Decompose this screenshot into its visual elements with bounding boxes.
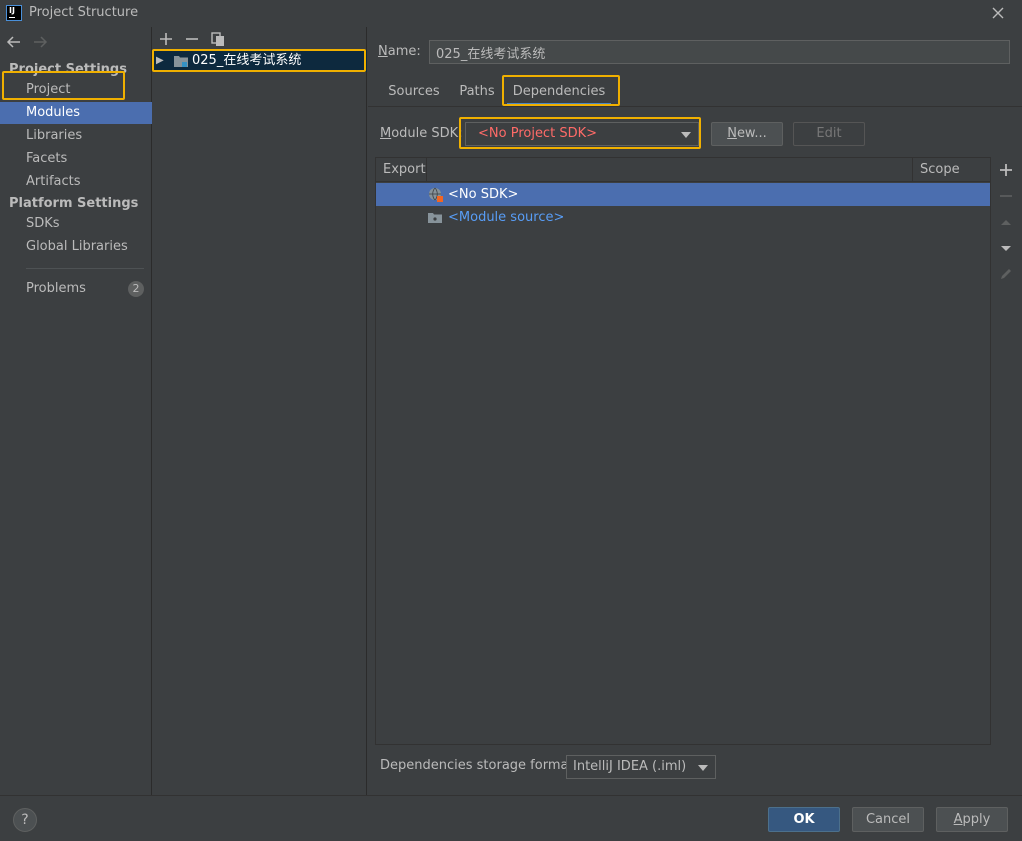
new-sdk-button[interactable]: New... bbox=[711, 122, 783, 146]
window-title: Project Structure bbox=[29, 5, 139, 20]
edit-sdk-button[interactable]: Edit bbox=[793, 122, 865, 146]
add-dependency-icon[interactable] bbox=[998, 162, 1014, 178]
help-button[interactable]: ? bbox=[13, 808, 37, 832]
chevron-down-icon bbox=[681, 132, 691, 138]
title-bar: IJ Project Structure bbox=[0, 0, 1022, 27]
sidebar-item-global-libraries[interactable]: Global Libraries bbox=[0, 236, 152, 258]
folder-icon bbox=[428, 213, 442, 223]
add-icon[interactable] bbox=[158, 31, 174, 47]
table-header: Export Scope bbox=[376, 158, 990, 182]
move-up-icon[interactable] bbox=[998, 214, 1014, 230]
remove-icon[interactable] bbox=[184, 31, 200, 47]
sidebar-item-project[interactable]: Project bbox=[0, 79, 152, 101]
tab-paths[interactable]: Paths bbox=[456, 78, 498, 106]
sidebar-item-libraries[interactable]: Libraries bbox=[0, 125, 152, 147]
module-name-field[interactable] bbox=[429, 40, 1010, 64]
move-down-icon[interactable] bbox=[998, 240, 1014, 256]
sidebar-item-modules[interactable]: Modules bbox=[0, 102, 152, 124]
module-sdk-label: Module SDK: bbox=[380, 126, 463, 141]
storage-format-value: IntelliJ IDEA (.iml) bbox=[573, 759, 687, 774]
module-details-panel: Name: Sources Paths Dependencies Module … bbox=[368, 27, 1022, 795]
column-divider bbox=[426, 158, 427, 182]
sidebar-item-sdks[interactable]: SDKs bbox=[0, 213, 152, 235]
column-header-export[interactable]: Export bbox=[376, 158, 426, 182]
dependency-label-module-source: <Module source> bbox=[448, 210, 565, 225]
settings-sidebar: Project Settings Project Modules Librari… bbox=[0, 27, 152, 795]
chevron-down-icon bbox=[698, 765, 708, 771]
name-label: Name: bbox=[378, 44, 421, 59]
dependencies-table: Export Scope <No SDK> <Module source> bbox=[375, 157, 991, 745]
dependency-label-no-sdk: <No SDK> bbox=[448, 187, 519, 202]
dialog-footer: ? OK Cancel Apply bbox=[0, 795, 1022, 841]
sidebar-divider bbox=[26, 268, 144, 269]
table-toolbar bbox=[991, 157, 1022, 745]
sidebar-item-facets[interactable]: Facets bbox=[0, 148, 152, 170]
cancel-button[interactable]: Cancel bbox=[852, 807, 924, 832]
storage-format-dropdown[interactable]: IntelliJ IDEA (.iml) bbox=[566, 755, 716, 779]
platform-settings-header: Platform Settings bbox=[9, 196, 139, 211]
remove-dependency-icon[interactable] bbox=[998, 188, 1014, 204]
problems-count-badge: 2 bbox=[128, 281, 144, 297]
sidebar-item-problems[interactable]: Problems 2 bbox=[0, 278, 152, 300]
ok-button[interactable]: OK bbox=[768, 807, 840, 832]
table-row[interactable]: <No SDK> bbox=[376, 183, 990, 206]
tab-dependencies[interactable]: Dependencies bbox=[507, 78, 611, 106]
module-tree-item[interactable]: ▶ 025_在线考试系统 bbox=[153, 50, 367, 72]
column-header-scope[interactable]: Scope bbox=[913, 158, 990, 182]
sidebar-item-artifacts[interactable]: Artifacts bbox=[0, 171, 152, 193]
table-row[interactable]: <Module source> bbox=[376, 206, 990, 229]
module-name-label: 025_在线考试系统 bbox=[192, 53, 302, 68]
module-sdk-dropdown[interactable]: <No Project SDK> bbox=[465, 122, 699, 146]
expand-arrow-icon[interactable]: ▶ bbox=[156, 50, 164, 72]
module-sdk-value: <No Project SDK> bbox=[478, 126, 597, 141]
close-icon[interactable] bbox=[988, 3, 1008, 23]
problems-label: Problems bbox=[26, 281, 86, 296]
back-arrow-icon[interactable] bbox=[5, 34, 23, 50]
copy-icon[interactable] bbox=[210, 31, 226, 47]
module-tabs: Sources Paths Dependencies bbox=[368, 78, 1022, 107]
sdk-globe-icon bbox=[429, 187, 443, 202]
intellij-app-icon: IJ bbox=[6, 5, 22, 21]
module-tree-panel: ▶ 025_在线考试系统 bbox=[153, 27, 367, 795]
tab-sources[interactable]: Sources bbox=[381, 78, 447, 106]
forward-arrow-icon[interactable] bbox=[31, 34, 49, 50]
module-folder-icon bbox=[174, 56, 188, 67]
storage-format-label: Dependencies storage format: bbox=[380, 758, 578, 773]
edit-pencil-icon[interactable] bbox=[998, 266, 1014, 282]
project-settings-header: Project Settings bbox=[9, 62, 127, 77]
apply-button[interactable]: Apply bbox=[936, 807, 1008, 832]
